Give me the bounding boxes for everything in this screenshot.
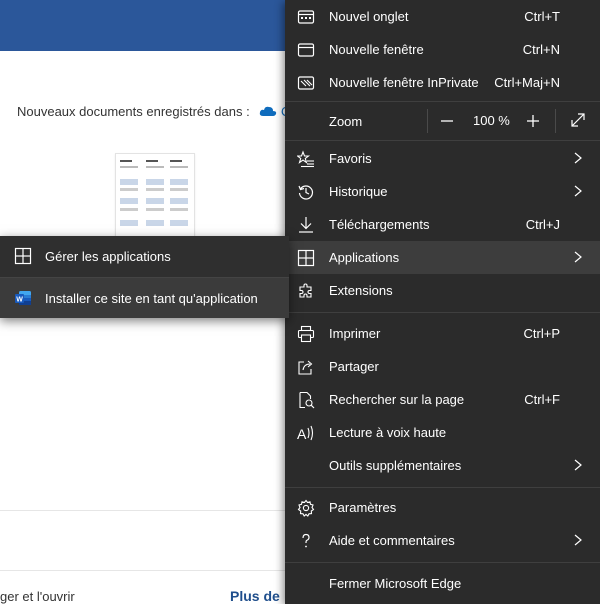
menu-item-label: Imprimer (329, 326, 381, 341)
inprivate-icon (297, 74, 315, 92)
zoom-divider (427, 109, 428, 133)
page-divider (0, 510, 290, 511)
menu-item-extensions[interactable]: Extensions (285, 274, 600, 307)
word-icon: W (14, 289, 32, 307)
chevron-right-icon (574, 534, 582, 546)
save-location-text: Nouveaux documents enregistrés dans : On (17, 104, 298, 120)
edge-settings-menu: Nouvel onglet Ctrl+T Nouvelle fenêtre Ct… (285, 0, 600, 604)
menu-separator (285, 312, 600, 313)
shortcut-text: Ctrl+N (522, 42, 560, 57)
chevron-right-icon (574, 152, 582, 164)
menu-item-label: Extensions (329, 283, 393, 298)
menu-item-settings[interactable]: Paramètres (285, 491, 600, 524)
document-template-thumbnail[interactable] (115, 153, 195, 245)
menu-item-new-window[interactable]: Nouvelle fenêtre Ctrl+N (285, 33, 600, 66)
menu-item-label: Outils supplémentaires (329, 458, 462, 473)
menu-separator (285, 140, 600, 141)
chevron-right-icon (574, 185, 582, 197)
shortcut-text: Ctrl+P (523, 326, 560, 341)
menu-item-label: Lecture à voix haute (329, 425, 447, 440)
shortcut-text: Ctrl+F (524, 392, 560, 407)
read-aloud-icon: A (297, 424, 315, 442)
footer-link[interactable]: Plus de (230, 588, 280, 604)
menu-item-label: Paramètres (329, 500, 397, 515)
star-list-icon (295, 150, 315, 168)
menu-item-label: Historique (329, 184, 388, 199)
footer-text: ger et l'ouvrir (0, 589, 75, 604)
menu-item-favorites[interactable]: Favoris (285, 142, 600, 175)
menu-item-help[interactable]: Aide et commentaires (285, 524, 600, 557)
share-icon (297, 358, 315, 376)
apps-grid-icon (14, 247, 32, 265)
window-icon (297, 41, 315, 59)
menu-item-label: Fermer Microsoft Edge (329, 576, 462, 591)
zoom-value: 100 % (473, 113, 510, 128)
submenu-item-manage-apps[interactable]: Gérer les applications (0, 236, 289, 276)
menu-item-label: Téléchargements (329, 217, 430, 232)
svg-text:A: A (297, 426, 307, 442)
history-icon (297, 183, 315, 201)
menu-item-label: Favoris (329, 151, 372, 166)
shortcut-text: Ctrl+Maj+N (494, 75, 560, 90)
menu-item-print[interactable]: Imprimer Ctrl+P (285, 317, 600, 350)
svg-text:W: W (16, 296, 23, 303)
find-icon (297, 391, 315, 409)
gear-icon (297, 499, 315, 517)
menu-item-more-tools[interactable]: Outils supplémentaires (285, 449, 600, 482)
menu-item-applications[interactable]: Applications (285, 241, 600, 274)
menu-separator (285, 562, 600, 563)
menu-separator (285, 101, 600, 102)
menu-item-label: Nouvel onglet (329, 9, 409, 24)
menu-item-history[interactable]: Historique (285, 175, 600, 208)
menu-item-label: Rechercher sur la page (329, 392, 465, 407)
onedrive-cloud-icon (259, 105, 277, 120)
menu-item-read-aloud[interactable]: A Lecture à voix haute (285, 416, 600, 449)
shortcut-text: Ctrl+J (525, 217, 560, 232)
zoom-in-button[interactable] (523, 111, 543, 131)
menu-separator (285, 487, 600, 488)
submenu-item-label: Gérer les applications (45, 249, 171, 264)
menu-item-close-edge[interactable]: Fermer Microsoft Edge (285, 567, 600, 600)
new-tab-icon (297, 8, 315, 26)
puzzle-icon (297, 282, 315, 300)
chevron-right-icon (574, 459, 582, 471)
menu-item-label: Partager (329, 359, 379, 374)
help-icon (297, 532, 315, 550)
menu-item-find-on-page[interactable]: Rechercher sur la page Ctrl+F (285, 383, 600, 416)
zoom-divider (555, 109, 556, 133)
apps-icon (297, 249, 315, 267)
menu-item-label: Aide et commentaires (329, 533, 455, 548)
zoom-label: Zoom (329, 114, 363, 129)
menu-item-new-tab[interactable]: Nouvel onglet Ctrl+T (285, 0, 600, 33)
zoom-row: Zoom 100 % (285, 103, 600, 139)
menu-item-label: Nouvelle fenêtre (329, 42, 424, 57)
chevron-right-icon (574, 251, 582, 263)
submenu-item-install-site[interactable]: W Installer ce site en tant qu'applicati… (0, 278, 289, 318)
zoom-out-button[interactable] (437, 111, 457, 131)
fullscreen-button[interactable] (568, 111, 588, 131)
download-icon (297, 216, 315, 234)
submenu-item-label: Installer ce site en tant qu'application (45, 291, 258, 306)
menu-item-share[interactable]: Partager (285, 350, 600, 383)
menu-item-inprivate[interactable]: Nouvelle fenêtre InPrivate Ctrl+Maj+N (285, 66, 600, 99)
printer-icon (297, 325, 315, 343)
page-divider (0, 570, 290, 571)
applications-submenu: Gérer les applications W Installer ce si… (0, 236, 289, 318)
menu-item-label: Applications (329, 250, 400, 265)
menu-item-downloads[interactable]: Téléchargements Ctrl+J (285, 208, 600, 241)
menu-item-label: Nouvelle fenêtre InPrivate (329, 75, 479, 90)
shortcut-text: Ctrl+T (524, 9, 560, 24)
